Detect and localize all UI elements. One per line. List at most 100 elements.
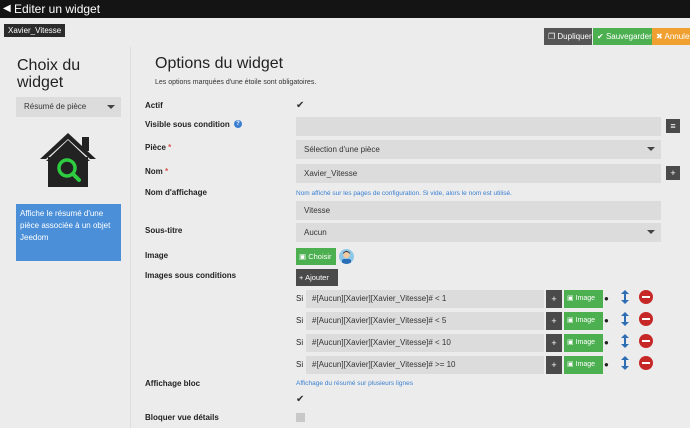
condition-image-button[interactable]: ▣ Image: [564, 312, 603, 330]
condition-image-button[interactable]: ▣ Image: [564, 290, 603, 308]
sprinting-person-icon: ●: [604, 360, 609, 369]
plus-icon: +: [299, 273, 304, 282]
widget-description: Affiche le résumé d'une pièce associée à…: [16, 204, 121, 261]
affichage-bloc-help: Affichage du résumé sur plusieurs lignes: [296, 380, 413, 387]
avatar: [339, 249, 354, 264]
piece-select-value: Sélection d'une pièce: [304, 145, 380, 154]
actif-label: Actif: [145, 101, 163, 110]
actif-checkbox[interactable]: ✔: [296, 100, 304, 111]
condition-input[interactable]: #[Aucun][Xavier][Xavier_Vitesse]# < 5: [306, 312, 544, 330]
widget-choice-title-line2: widget: [17, 74, 64, 91]
image-icon: ▣: [567, 317, 574, 324]
nom-label: Nom *: [145, 167, 168, 176]
close-icon: ✖: [656, 32, 663, 41]
add-icon[interactable]: +: [546, 290, 562, 308]
image-button-label: Image: [575, 361, 596, 368]
page-subtitle: Les options marquées d'une étoile sont o…: [155, 79, 317, 86]
add-label: Ajouter: [305, 273, 329, 282]
choose-label: Choisir: [308, 252, 332, 261]
widget-choice-panel: Choix du widget Résumé de pièce Affiche …: [0, 47, 131, 428]
nom-input[interactable]: Xavier_Vitesse: [296, 164, 661, 183]
condition-image-button[interactable]: ▣ Image: [564, 356, 603, 374]
piece-label-text: Pièce: [145, 143, 166, 152]
help-icon[interactable]: ?: [234, 120, 242, 128]
nom-affichage-help: Nom affiché sur les pages de configurati…: [296, 190, 512, 197]
si-label: Si: [296, 360, 304, 369]
chevron-down-icon: [647, 230, 655, 234]
image-button-label: Image: [575, 295, 596, 302]
image-icon: ▣: [567, 339, 574, 346]
back-arrow-icon[interactable]: ◀: [3, 0, 11, 18]
image-button-label: Image: [575, 317, 596, 324]
window-title: Editer un widget: [14, 2, 101, 16]
title-bar: ◀ Editer un widget: [0, 0, 690, 18]
nom-affichage-label: Nom d'affichage: [145, 188, 207, 197]
save-label: Sauvegarder: [605, 32, 652, 41]
standing-person-icon: ●: [604, 294, 609, 303]
condition-image-button[interactable]: ▣ Image: [564, 334, 603, 352]
widget-choice-title-line1: Choix du: [17, 57, 81, 74]
required-star: *: [168, 143, 172, 152]
condition-input[interactable]: #[Aucun][Xavier][Xavier_Vitesse]# >= 10: [306, 356, 544, 374]
image-icon: ▣: [299, 252, 307, 261]
delete-icon[interactable]: [639, 290, 653, 304]
delete-icon[interactable]: [639, 312, 653, 326]
add-icon[interactable]: +: [546, 356, 562, 374]
image-label: Image: [145, 251, 169, 260]
running-person-icon: ●: [604, 338, 609, 347]
move-arrows-icon[interactable]: [620, 312, 630, 326]
nom-label-text: Nom: [145, 167, 163, 176]
widget-choice-title: Choix du widget: [17, 57, 80, 91]
move-arrows-icon[interactable]: [620, 334, 630, 348]
visible-condition-input[interactable]: [296, 117, 661, 136]
sous-titre-label: Sous-titre: [145, 226, 183, 235]
condition-input[interactable]: #[Aucun][Xavier][Xavier_Vitesse]# < 1: [306, 290, 544, 308]
add-icon[interactable]: +: [546, 334, 562, 352]
duplicate-label: Dupliquer: [557, 32, 592, 41]
image-icon: ▣: [567, 295, 574, 302]
si-label: Si: [296, 294, 304, 303]
list-icon[interactable]: ≡: [666, 119, 680, 133]
bloquer-details-checkbox[interactable]: [296, 413, 305, 422]
person-icon: [342, 251, 351, 264]
visible-condition-text: Visible sous condition: [145, 120, 230, 129]
visible-condition-label: Visible sous condition ?: [145, 120, 242, 129]
condition-input[interactable]: #[Aucun][Xavier][Xavier_Vitesse]# < 10: [306, 334, 544, 352]
nom-affichage-input[interactable]: Vitesse: [296, 201, 661, 220]
si-label: Si: [296, 316, 304, 325]
chevron-down-icon: [107, 105, 115, 109]
chevron-down-icon: [647, 147, 655, 151]
widget-type-value: Résumé de pièce: [24, 102, 87, 111]
required-star: *: [165, 167, 169, 176]
image-button-label: Image: [575, 339, 596, 346]
choose-image-button[interactable]: ▣ Choisir: [296, 248, 336, 265]
affichage-bloc-label: Affichage bloc: [145, 379, 201, 388]
bloquer-details-label: Bloquer vue détails: [145, 413, 219, 422]
sous-titre-select[interactable]: Aucun: [296, 223, 661, 242]
cancel-label: Annuler: [664, 32, 690, 41]
page-title: Options du widget: [155, 55, 284, 72]
delete-icon[interactable]: [639, 334, 653, 348]
save-button[interactable]: ✔ Sauvegarder: [593, 28, 652, 45]
add-icon[interactable]: +: [546, 312, 562, 330]
piece-select[interactable]: Sélection d'une pièce: [296, 140, 661, 159]
add-condition-button[interactable]: + Ajouter: [296, 269, 338, 286]
add-icon[interactable]: +: [666, 166, 680, 180]
image-icon: ▣: [567, 361, 574, 368]
images-conditions-label: Images sous conditions: [145, 271, 237, 280]
sous-titre-value: Aucun: [304, 228, 327, 237]
widget-type-select[interactable]: Résumé de pièce: [16, 97, 121, 117]
delete-icon[interactable]: [639, 356, 653, 370]
affichage-bloc-checkbox[interactable]: ✔: [296, 394, 304, 405]
copy-icon: ❐: [548, 32, 556, 41]
check-circle-icon: ✔: [597, 32, 604, 41]
widget-name-badge: Xavier_Vitesse: [4, 24, 66, 37]
walking-person-icon: ●: [604, 316, 609, 325]
move-arrows-icon[interactable]: [620, 356, 630, 370]
piece-label: Pièce *: [145, 143, 171, 152]
cancel-button[interactable]: ✖ Annuler: [652, 28, 690, 45]
duplicate-button[interactable]: ❐ Dupliquer: [544, 28, 592, 45]
si-label: Si: [296, 338, 304, 347]
room-summary-icon: [40, 133, 96, 187]
move-arrows-icon[interactable]: [620, 290, 630, 304]
